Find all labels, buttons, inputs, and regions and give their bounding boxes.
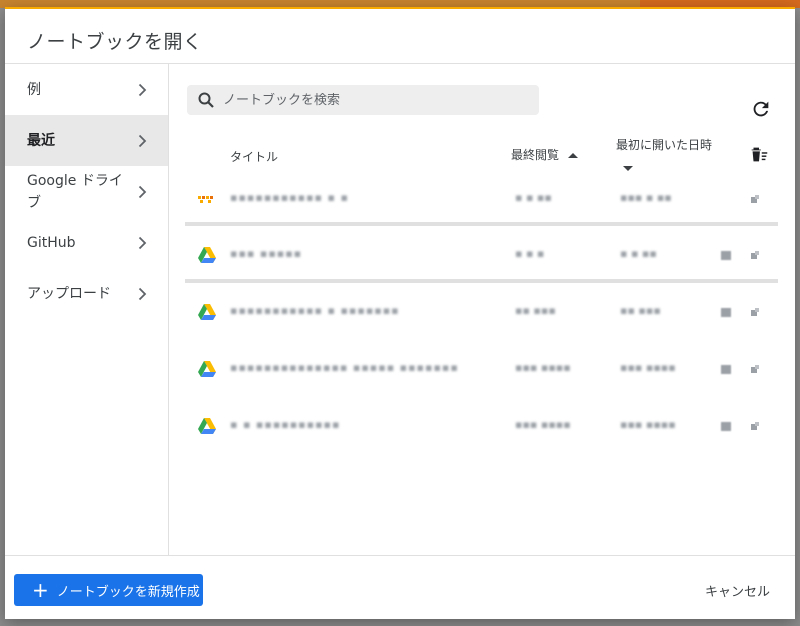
table-row[interactable]: ▪▪▪ ▪▪▪▪▪ ▪ ▪ ▪ ▪ ▪ ▪▪	[185, 226, 780, 283]
nav-item-label: Google ドライブ	[27, 172, 123, 211]
new-notebook-button[interactable]: + ノートブックを新規作成	[14, 574, 203, 606]
first-opened-value: ▪▪▪ ▪ ▪▪	[620, 191, 672, 204]
new-notebook-label: ノートブックを新規作成	[56, 584, 200, 600]
google-drive-icon	[198, 303, 216, 320]
table-row[interactable]: ▪▪▪▪▪▪▪▪▪▪▪ ▪ ▪ ▪ ▪ ▪▪ ▪▪▪ ▪ ▪▪	[185, 172, 780, 226]
chevron-right-icon	[138, 185, 147, 198]
chevron-right-icon	[138, 236, 147, 249]
notebook-name: ▪▪▪▪▪▪▪▪▪▪▪ ▪ ▪▪▪▪▪▪▪	[230, 303, 400, 317]
first-opened-value: ▪▪▪ ▪▪▪▪	[620, 360, 676, 374]
cancel-button[interactable]: キャンセル	[705, 581, 770, 600]
shared-badge	[721, 250, 731, 260]
left-nav: 例 最近 Google ドライブ GitHub アップロード	[5, 64, 169, 555]
open-notebook-dialog: ノートブックを開く 例 最近 Google ドライブ GitHub アップロード	[5, 7, 795, 619]
colab-logo-icon	[198, 196, 213, 203]
column-header-label: 最初に開いた日時	[616, 138, 713, 152]
shared-badge	[721, 421, 731, 431]
nav-item-label: 例	[27, 81, 41, 98]
column-header-last-viewed[interactable]: 最終閲覧	[511, 146, 581, 163]
open-in-new-tab-icon[interactable]	[750, 250, 760, 260]
nav-item-recent[interactable]: 最近	[5, 115, 168, 166]
notebook-name: ▪ ▪ ▪▪▪▪▪▪▪▪▪▪	[230, 417, 341, 431]
notebook-name: ▪▪▪▪▪▪▪▪▪▪▪ ▪ ▪	[230, 191, 349, 204]
open-in-new-tab-icon[interactable]	[750, 194, 760, 204]
shared-badge	[721, 364, 731, 374]
google-drive-icon	[198, 417, 216, 434]
last-viewed-value: ▪▪ ▪▪▪	[515, 303, 556, 317]
column-header-label: 最終閲覧	[511, 148, 560, 162]
last-viewed-value: ▪▪▪ ▪▪▪▪	[515, 360, 571, 374]
nav-item-google-drive[interactable]: Google ドライブ	[5, 166, 168, 217]
last-viewed-value: ▪▪▪ ▪▪▪▪	[515, 417, 571, 431]
google-drive-icon	[198, 246, 216, 263]
table-row[interactable]: ▪ ▪ ▪▪▪▪▪▪▪▪▪▪ ▪▪▪ ▪▪▪▪ ▪▪▪ ▪▪▪▪	[185, 397, 780, 454]
nav-item-label: GitHub	[27, 234, 76, 251]
refresh-icon[interactable]	[750, 98, 772, 120]
search-input[interactable]	[223, 92, 523, 108]
table-row[interactable]: ▪▪▪▪▪▪▪▪▪▪▪▪▪▪ ▪▪▪▪▪ ▪▪▪▪▪▪▪ ▪▪▪ ▪▪▪▪ ▪▪…	[185, 340, 780, 397]
notebook-name: ▪▪▪▪▪▪▪▪▪▪▪▪▪▪ ▪▪▪▪▪ ▪▪▪▪▪▪▪	[230, 360, 459, 374]
main-content: タイトル 最終閲覧 最初に開いた日時 ▪▪▪▪▪▪▪▪▪▪▪ ▪ ▪ ▪	[170, 64, 795, 555]
last-viewed-value: ▪ ▪ ▪	[515, 246, 545, 260]
search-box[interactable]	[187, 85, 539, 115]
notebook-list: ▪▪▪▪▪▪▪▪▪▪▪ ▪ ▪ ▪ ▪ ▪▪ ▪▪▪ ▪ ▪▪ ▪▪▪ ▪▪▪▪…	[185, 172, 780, 454]
notebook-name: ▪▪▪ ▪▪▪▪▪	[230, 246, 303, 260]
table-row[interactable]: ▪▪▪▪▪▪▪▪▪▪▪ ▪ ▪▪▪▪▪▪▪ ▪▪ ▪▪▪ ▪▪ ▪▪▪	[185, 283, 780, 340]
shared-badge	[721, 307, 731, 317]
divider	[5, 555, 795, 556]
search-icon	[198, 92, 214, 108]
last-viewed-value: ▪ ▪ ▪▪	[515, 191, 552, 204]
sort-ascending-icon	[568, 152, 579, 158]
first-opened-value: ▪ ▪ ▪▪	[620, 246, 657, 260]
first-opened-value: ▪▪▪ ▪▪▪▪	[620, 417, 676, 431]
open-in-new-tab-icon[interactable]	[750, 364, 760, 374]
nav-item-label: アップロード	[27, 285, 111, 302]
nav-item-label: 最近	[27, 132, 55, 149]
nav-item-github[interactable]: GitHub	[5, 217, 168, 268]
plus-icon: +	[32, 578, 49, 602]
google-drive-icon	[198, 360, 216, 377]
dialog-title: ノートブックを開く	[27, 31, 203, 53]
trash-filter-icon[interactable]	[748, 144, 770, 166]
chevron-right-icon	[138, 134, 147, 147]
nav-item-examples[interactable]: 例	[5, 64, 168, 115]
chevron-right-icon	[138, 287, 147, 300]
open-in-new-tab-icon[interactable]	[750, 421, 760, 431]
first-opened-value: ▪▪ ▪▪▪	[620, 303, 661, 317]
nav-item-upload[interactable]: アップロード	[5, 268, 168, 319]
column-header-title[interactable]: タイトル	[230, 148, 278, 165]
open-in-new-tab-icon[interactable]	[750, 307, 760, 317]
chevron-right-icon	[138, 83, 147, 96]
